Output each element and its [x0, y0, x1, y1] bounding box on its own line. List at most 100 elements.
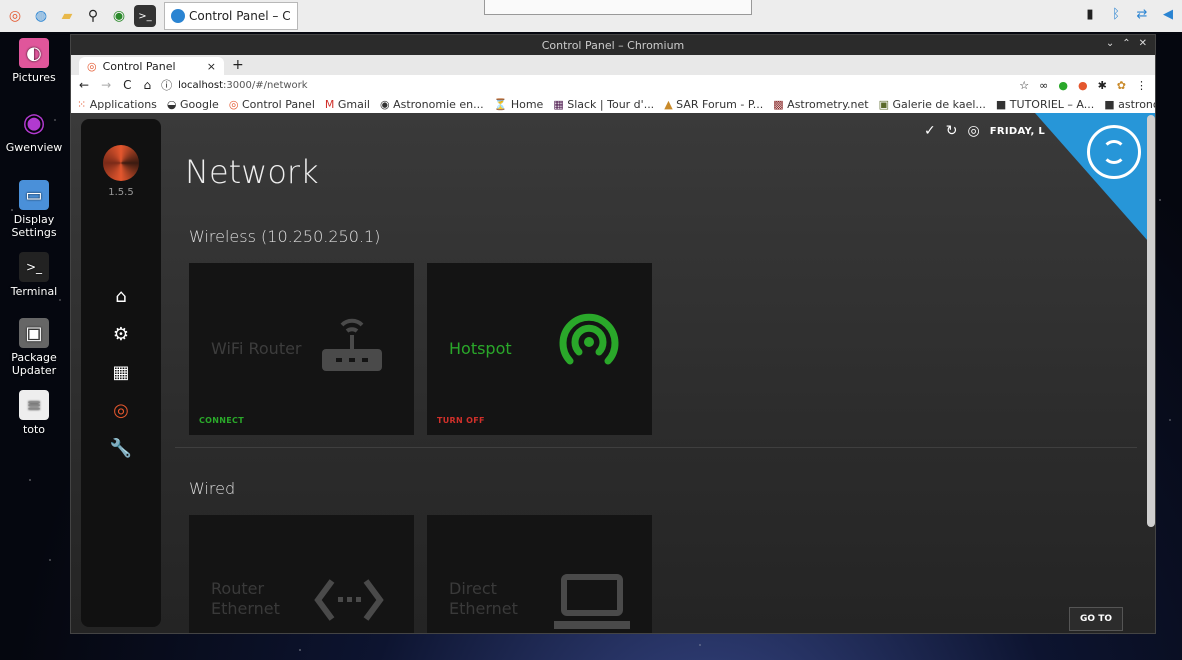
bookmark-item[interactable]: ◎ Control Panel [229, 98, 315, 111]
gallery-icon: ▣ [878, 97, 889, 111]
desktop-item-label: toto [22, 423, 46, 436]
refresh-icon[interactable]: ↻ [946, 123, 958, 139]
volume-icon[interactable]: ◀ [1158, 4, 1178, 24]
sidebar: 1.5.5 ⌂ ⚙ ▦ ◎ 🔧 [81, 119, 161, 627]
remote-access-icon[interactable]: ⇄ [1132, 4, 1152, 24]
extensions-puzzle-icon[interactable]: ✱ [1098, 79, 1107, 92]
control-panel-app: 1.5.5 ⌂ ⚙ ▦ ◎ 🔧 Network Wireless (10.250… [71, 113, 1155, 633]
gwenview-icon: ◉ [22, 108, 46, 138]
raspberry-menu-icon[interactable]: ◎ [4, 5, 26, 27]
router-icon [322, 318, 382, 371]
bluetooth-icon[interactable]: ᛒ [1106, 4, 1126, 24]
router-ethernet-card[interactable]: Router Ethernet [189, 515, 414, 633]
back-icon[interactable]: ← [79, 78, 89, 92]
desktop-item-label: Pictures [12, 71, 56, 84]
bookmark-item[interactable]: ▣ Galerie de kael... [879, 98, 986, 111]
extension-icon[interactable]: ● [1078, 79, 1088, 92]
card-label: Hotspot [449, 339, 512, 358]
bookmark-item[interactable]: ▩ Astrometry.net [773, 98, 868, 111]
tab-strip: ◎ Control Panel × + [71, 55, 1155, 75]
terminal-icon: >_ [19, 252, 49, 282]
goto-button[interactable]: GO TO [1069, 607, 1123, 631]
info-icon[interactable]: ⓘ [161, 77, 172, 93]
display-settings-icon: ▭ [19, 180, 49, 210]
turn-off-button[interactable]: TURN OFF [437, 416, 485, 425]
gmail-icon: M [324, 97, 335, 111]
desktop-item-display-settings[interactable]: ▭ Display Settings [0, 180, 68, 239]
desktop-item-terminal[interactable]: >_ Terminal [0, 252, 68, 298]
bookmark-item[interactable]: ⁙ Applications [77, 98, 157, 111]
url-host: localhost [178, 79, 224, 91]
control-panel-favicon: ◎ [87, 59, 97, 73]
reload-icon[interactable]: C [123, 78, 131, 92]
card-label: WiFi Router [211, 339, 302, 358]
wired-heading: Wired [189, 479, 236, 498]
sidebar-home-icon[interactable]: ⌂ [81, 277, 161, 315]
terminal-launcher-icon[interactable]: >_ [134, 5, 156, 27]
taskbar-window-label: Control Panel – Chro... [189, 9, 291, 23]
package-updater-icon: ▣ [19, 318, 49, 348]
bookmark-item[interactable]: M Gmail [325, 98, 370, 111]
section-divider [175, 447, 1137, 448]
browser-window: Control Panel – Chromium ⌄ ⌃ ✕ ◎ Control… [70, 34, 1156, 634]
sidebar-chip-icon[interactable]: ⚙ [81, 315, 161, 353]
close-window-icon[interactable]: ✕ [1139, 38, 1147, 49]
control-panel-icon: ◎ [228, 97, 239, 111]
slack-icon: ▦ [553, 97, 564, 111]
browser-launcher-icon[interactable]: ◍ [30, 5, 52, 27]
close-tab-icon[interactable]: × [207, 60, 216, 73]
desktop-item-toto[interactable]: ≡ toto [0, 390, 68, 436]
extension-icon[interactable]: ∞ [1039, 79, 1048, 92]
apps-grid-icon: ⁙ [77, 97, 87, 111]
astrometry-icon: ▩ [773, 97, 784, 111]
forward-icon[interactable]: → [101, 78, 111, 92]
google-icon: ◒ [166, 97, 177, 111]
taskbar-window-button[interactable]: Control Panel – Chro... [164, 2, 298, 30]
extension-icon[interactable]: ✿ [1117, 79, 1126, 92]
desktop-item-package-updater[interactable]: ▣ Package Updater [0, 318, 68, 377]
desktop-item-label: Gwenview [5, 141, 63, 154]
bookmark-item[interactable]: ◉ Astronomie en... [380, 98, 484, 111]
system-tray: ▮ ᛒ ⇄ ◀ [1080, 4, 1178, 24]
url-field[interactable]: localhost:3000/#/network [178, 80, 307, 91]
bookmark-item[interactable]: ◒ Google [167, 98, 219, 111]
home-bookmark-icon: ⏳ [493, 97, 508, 111]
bookmark-item[interactable]: ⏳ Home [494, 98, 544, 111]
scrollbar[interactable] [1147, 115, 1155, 527]
hotspot-card[interactable]: Hotspot TURN OFF [427, 263, 652, 435]
network-signal-icon[interactable]: ▮ [1080, 4, 1100, 24]
app-icon[interactable]: ◉ [108, 5, 130, 27]
desktop-item-gwenview[interactable]: ◉ Gwenview [0, 108, 68, 154]
bookmark-star-icon[interactable]: ☆ [1019, 79, 1029, 92]
bookmark-item[interactable]: ▦ Slack | Tour d'... [553, 98, 654, 111]
maximize-icon[interactable]: ⌃ [1122, 38, 1130, 49]
new-tab-icon[interactable]: + [232, 57, 244, 73]
minimize-icon[interactable]: ⌄ [1106, 38, 1114, 49]
card-label: Direct Ethernet [449, 579, 518, 618]
sidebar-apps-grid-icon[interactable]: ▦ [81, 353, 161, 391]
forum-icon: ▲ [664, 97, 673, 111]
status-date: FRIDAY, L [989, 125, 1045, 137]
sidebar-wrench-icon[interactable]: 🔧 [81, 429, 161, 467]
extension-icon[interactable]: ● [1058, 79, 1068, 92]
window-titlebar: Control Panel – Chromium ⌄ ⌃ ✕ [71, 35, 1155, 55]
telescope-icon[interactable]: ⚲ [82, 5, 104, 27]
window-title: Control Panel – Chromium [541, 38, 685, 52]
tab-control-panel[interactable]: ◎ Control Panel × [79, 57, 224, 75]
sidebar-network-icon[interactable]: ◎ [81, 391, 161, 429]
desktop-item-label: Terminal [10, 285, 58, 298]
menu-kebab-icon[interactable]: ⋮ [1136, 79, 1147, 92]
home-icon[interactable]: ⌂ [144, 78, 152, 92]
bookmark-item[interactable]: ■ astronomy.too... [1104, 98, 1155, 111]
file-manager-icon[interactable]: ▰ [56, 5, 78, 27]
direct-ethernet-card[interactable]: Direct Ethernet [427, 515, 652, 633]
wifi-router-card[interactable]: WiFi Router CONNECT [189, 263, 414, 435]
bookmark-item[interactable]: ▲ SAR Forum - P... [664, 98, 763, 111]
taskbar-search[interactable] [484, 0, 752, 15]
desktop-item-pictures[interactable]: ◐ Pictures [0, 38, 68, 84]
bookmark-item[interactable]: ■ TUTORIEL – A... [996, 98, 1094, 111]
check-icon: ✓ [924, 123, 936, 139]
connect-button[interactable]: CONNECT [199, 416, 244, 425]
address-bar: ← → C ⌂ ⓘ localhost:3000/#/network ☆ ∞ ●… [71, 75, 1155, 95]
url-path: :3000/#/network [223, 79, 308, 91]
